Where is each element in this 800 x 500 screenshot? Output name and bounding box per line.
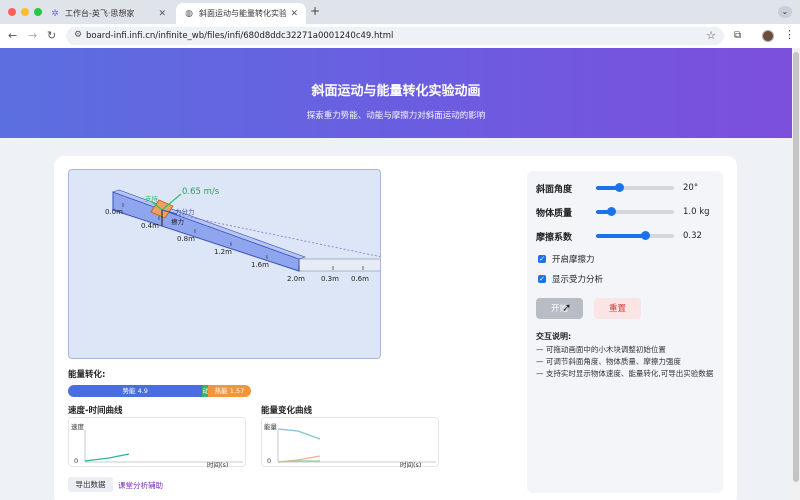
chevron-down-icon[interactable]: ⌄ <box>778 6 792 18</box>
velocity-curve <box>84 453 130 462</box>
distance-mark: 0.3m <box>321 275 339 283</box>
page-subtitle: 探索重力势能、动能与摩擦力对斜面运动的影响 <box>306 111 486 121</box>
support-force-label: 支持 <box>145 194 159 203</box>
classroom-helper-link[interactable]: 课堂分析辅助 <box>118 480 163 491</box>
browser-tabbar: ✲ 工作台-英飞·思想家 ✕ ◍ 斜面运动与能量转化实验演示 ✕ + ⌄ <box>0 0 800 24</box>
page-title: 斜面运动与能量转化实验动画 <box>311 84 481 99</box>
slider-thumb[interactable] <box>641 231 651 240</box>
energy-zero-label: 0 <box>267 457 272 465</box>
distance-mark: 0.0m <box>105 208 123 216</box>
mass-control: 物体质量 1.0 kg <box>536 205 710 219</box>
close-tab-icon[interactable]: ✕ <box>158 9 166 19</box>
velocity-chart: 速度 0 时间(s) <box>68 417 246 469</box>
extensions-icon[interactable]: ⧉ <box>734 30 741 41</box>
energy-title: 能量转化: <box>68 370 106 380</box>
bookmark-star-icon[interactable]: ☆ <box>706 29 716 42</box>
mass-value: 1.0 kg <box>683 207 710 217</box>
reload-icon[interactable]: ↻ <box>47 29 56 42</box>
enable-friction-checkbox[interactable]: ✓ 开启摩擦力 <box>538 253 595 265</box>
more-menu-icon[interactable]: ⋮ <box>784 28 795 41</box>
velocity-readout: 0.65 m/s <box>182 187 220 197</box>
page-viewport: 斜面运动与能量转化实验动画 探索重力势能、动能与摩擦力对斜面运动的影响 0.0m… <box>0 48 792 500</box>
velocity-x-label: 时间(s) <box>207 461 229 469</box>
page-scrollbar[interactable] <box>792 48 800 500</box>
slider-thumb[interactable] <box>607 207 617 216</box>
energy-bar: 势能 4.9 动 热能 1.57 <box>68 385 251 397</box>
simulation-canvas[interactable]: 0.0m 0.4m 0.8m 1.2m 1.6m 2.0m 0.3m 0.6m … <box>68 169 381 359</box>
help-line: — 支持实时显示物体速度、能量转化,可导出实验数据 <box>536 369 714 378</box>
distance-mark: 0.8m <box>177 235 195 243</box>
friction-force-label: 擦力 <box>171 217 184 226</box>
angle-control: 斜面角度 20° <box>536 181 698 195</box>
energy-segment-potential: 势能 4.9 <box>68 385 203 397</box>
export-data-button[interactable]: 导出数据 <box>68 477 113 492</box>
controls-panel: 斜面角度 20° 物体质量 1.0 kg 摩擦系数 0.32 ✓ 开启摩擦力 ✓… <box>527 171 723 493</box>
close-window-button[interactable] <box>8 8 16 16</box>
energy-chart: 能量 0 时间(s) <box>261 417 439 469</box>
profile-avatar[interactable] <box>762 30 774 42</box>
experiment-card: 0.0m 0.4m 0.8m 1.2m 1.6m 2.0m 0.3m 0.6m … <box>54 156 737 500</box>
close-tab-icon[interactable]: ✕ <box>290 9 298 19</box>
mass-slider[interactable] <box>596 207 674 216</box>
angle-value: 20° <box>683 183 699 193</box>
distance-mark: 2.0m <box>287 275 305 283</box>
friction-label: 摩擦系数 <box>536 232 573 243</box>
incline-scene: 0.0m 0.4m 0.8m 1.2m 1.6m 2.0m 0.3m 0.6m … <box>105 187 380 283</box>
reset-button[interactable]: 重置 <box>594 298 641 319</box>
potential-energy-curve <box>277 428 321 440</box>
url-text[interactable]: board-infi.infi.cn/infinite_wb/files/inf… <box>86 31 393 41</box>
browser-toolbar: ← → ↻ ⚙ board-infi.infi.cn/infinite_wb/f… <box>0 24 800 48</box>
ground-surface <box>298 258 380 272</box>
energy-segment-heat: 热能 1.57 <box>207 385 251 397</box>
energy-y-label: 能量 <box>264 423 277 431</box>
distance-mark: 1.2m <box>214 248 232 256</box>
site-settings-icon[interactable]: ⚙ <box>74 30 82 40</box>
distance-mark: 0.6m <box>351 275 369 283</box>
velocity-y-label: 速度 <box>71 423 84 431</box>
angle-label: 斜面角度 <box>536 184 573 195</box>
gravity-component-label: 力分力 <box>175 207 195 216</box>
new-tab-button[interactable]: + <box>310 4 320 18</box>
maximize-window-button[interactable] <box>34 8 42 16</box>
velocity-zero-label: 0 <box>74 457 79 465</box>
scrollbar-thumb[interactable] <box>793 52 799 482</box>
address-bar[interactable]: ⚙ board-infi.infi.cn/infinite_wb/files/i… <box>66 27 724 45</box>
enable-friction-label: 开启摩擦力 <box>552 255 595 265</box>
forward-arrow-icon[interactable]: → <box>28 29 37 42</box>
velocity-chart-title: 速度-时间曲线 <box>68 406 123 416</box>
tab-title: 工作台-英飞·思想家 <box>65 9 135 18</box>
page-header: 斜面运动与能量转化实验动画 探索重力势能、动能与摩擦力对斜面运动的影响 <box>0 48 792 138</box>
mass-label: 物体质量 <box>536 208 573 219</box>
energy-x-label: 时间(s) <box>400 461 422 469</box>
energy-chart-title: 能量变化曲线 <box>261 406 313 416</box>
friction-control: 摩擦系数 0.32 <box>536 229 702 243</box>
slider-thumb[interactable] <box>614 183 624 192</box>
distance-mark: 1.6m <box>251 261 269 269</box>
window-controls <box>8 8 42 16</box>
tab-title: 斜面运动与能量转化实验演示 <box>199 9 287 18</box>
start-button[interactable]: 开始 <box>536 298 583 319</box>
tab-workbench[interactable]: ✲ 工作台-英飞·思想家 ✕ <box>42 3 174 24</box>
incline-plane <box>112 191 300 272</box>
help-title: 交互说明: <box>536 332 572 341</box>
friction-slider[interactable] <box>596 231 674 240</box>
checkmark-icon[interactable]: ✓ <box>538 275 546 283</box>
back-arrow-icon[interactable]: ← <box>8 29 17 42</box>
friction-value: 0.32 <box>683 231 702 241</box>
show-forces-checkbox[interactable]: ✓ 显示受力分析 <box>538 273 603 285</box>
globe-icon: ◍ <box>185 8 193 19</box>
mouse-cursor-icon: ➚ <box>562 301 572 314</box>
checkmark-icon[interactable]: ✓ <box>538 255 546 263</box>
help-line: — 可拖动画面中的小木块调整初始位置 <box>536 345 666 354</box>
app-icon: ✲ <box>51 8 59 19</box>
help-line: — 可调节斜面角度、物体质量、摩擦力强度 <box>536 357 681 366</box>
angle-slider[interactable] <box>596 183 674 192</box>
distance-mark: 0.4m <box>141 222 159 230</box>
show-forces-label: 显示受力分析 <box>552 275 604 285</box>
minimize-window-button[interactable] <box>21 8 29 16</box>
tab-experiment[interactable]: ◍ 斜面运动与能量转化实验演示 ✕ <box>176 3 306 24</box>
